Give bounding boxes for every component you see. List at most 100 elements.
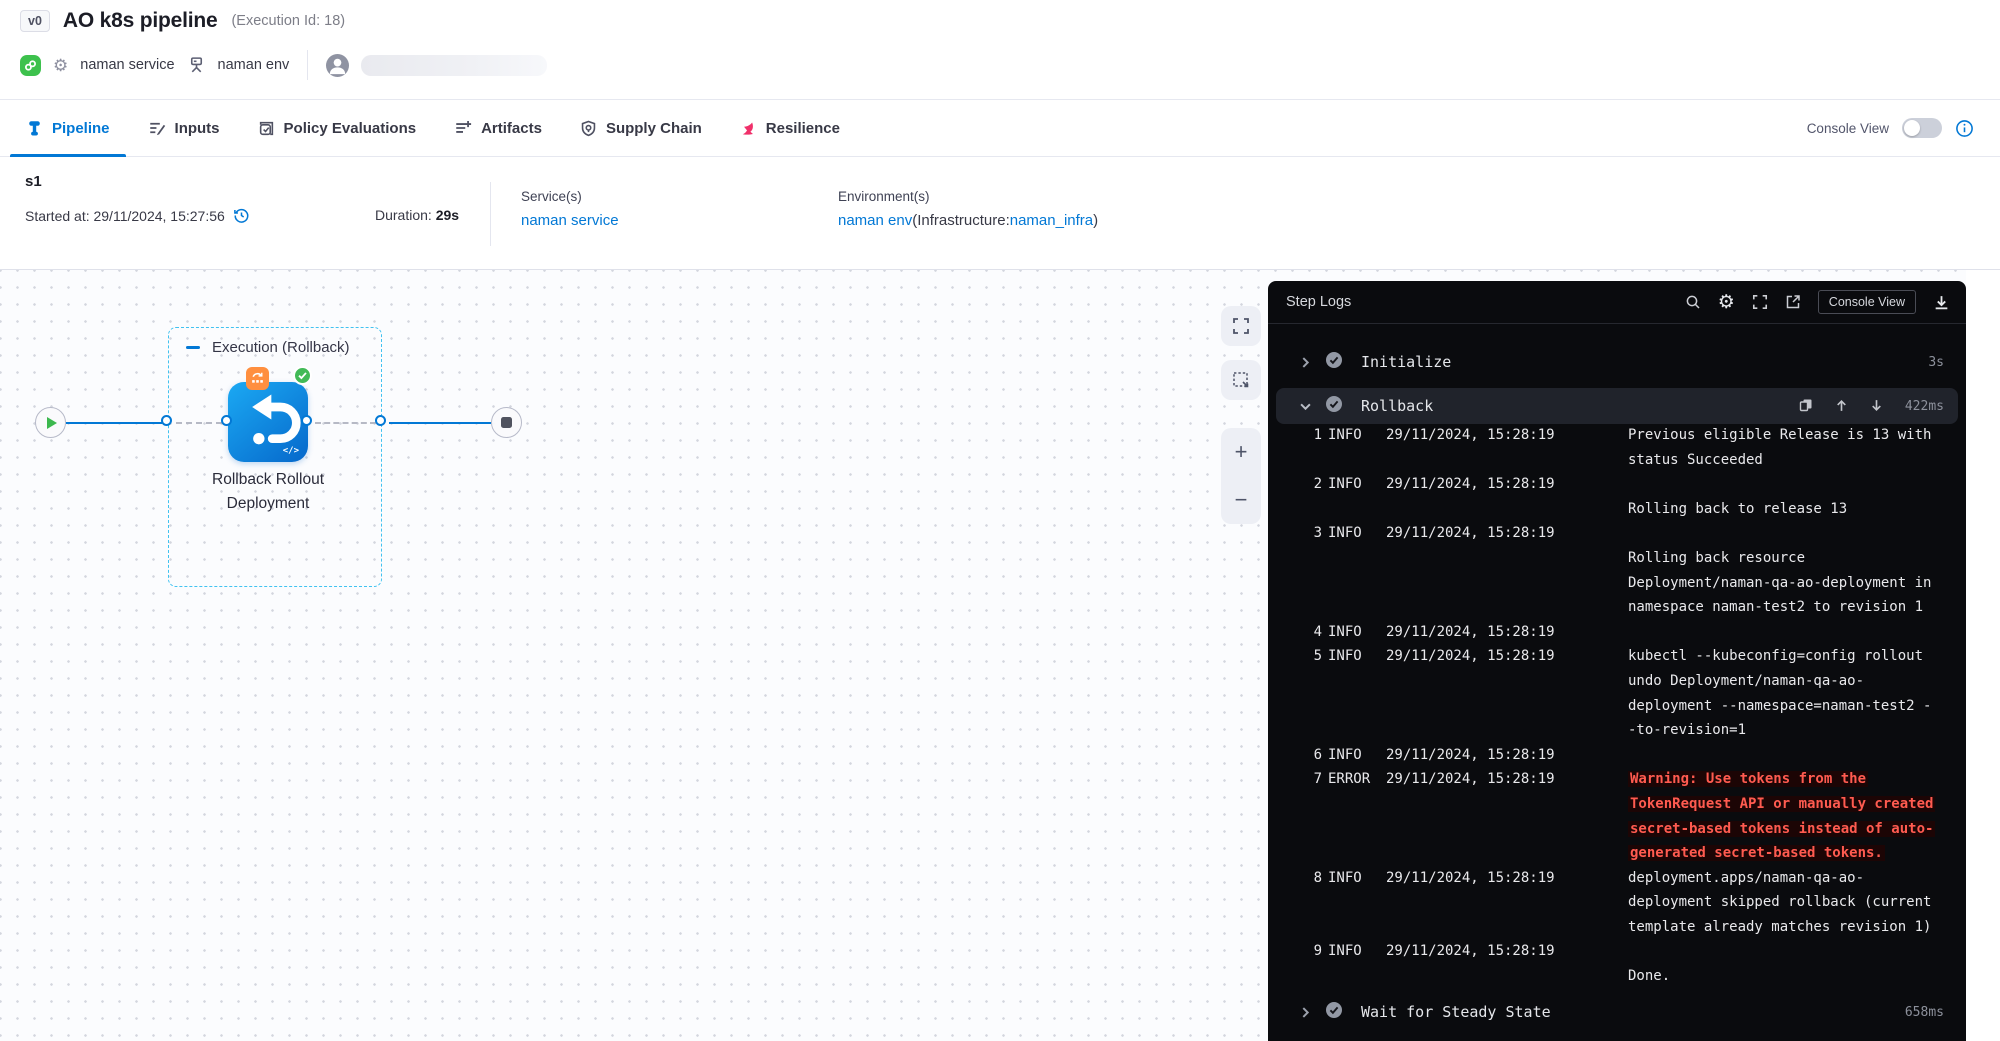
zoom-out-button[interactable]: − [1235, 489, 1248, 511]
tab-pipeline[interactable]: Pipeline [24, 100, 112, 156]
policy-icon [258, 120, 275, 137]
console-view-button[interactable]: Console View [1818, 290, 1916, 314]
connector-dot [375, 415, 386, 426]
log-section-rollback[interactable]: Rollback 422ms [1276, 388, 1958, 424]
step-node-label[interactable]: Rollback Rollout Deployment [168, 468, 368, 516]
step-logs-title: Step Logs [1286, 294, 1351, 310]
pipeline-start-node [35, 407, 66, 438]
rollback-step-node[interactable]: </> [228, 382, 308, 462]
stop-icon [501, 417, 512, 428]
zoom-in-button[interactable]: + [1235, 441, 1248, 463]
scroll-to-top-icon[interactable] [1835, 397, 1848, 416]
infrastructure-link[interactable]: naman_infra [1010, 212, 1093, 229]
version-badge: v0 [20, 10, 50, 32]
started-at-text: Started at: 29/11/2024, 15:27:56 [25, 208, 225, 224]
fit-to-screen-button[interactable] [1221, 306, 1261, 346]
marquee-select-button[interactable] [1221, 360, 1261, 400]
log-line: generated secret-based tokens. [1268, 843, 1966, 868]
tab-bar: Pipeline Inputs Policy Evaluations [0, 100, 2000, 157]
tab-policy-evaluations[interactable]: Policy Evaluations [256, 100, 419, 156]
tab-resilience[interactable]: Resilience [738, 100, 842, 156]
play-icon [47, 417, 57, 429]
log-section-initialize[interactable]: Initialize 3s [1276, 344, 1958, 380]
resilience-icon [740, 120, 757, 137]
services-label: Service(s) [521, 189, 619, 204]
step-success-icon [1325, 351, 1343, 373]
step-success-icon [1325, 1001, 1343, 1023]
log-line: 8INFO29/11/2024, 15:28:19deployment.apps… [1268, 868, 1966, 893]
log-search-icon[interactable] [1685, 294, 1701, 310]
collapse-group-icon[interactable] [186, 346, 200, 349]
service-gear-icon: ⚙ [53, 57, 68, 74]
log-line: namespace naman-test2 to revision 1 [1268, 597, 1966, 622]
section-name: Wait for Steady State [1361, 1003, 1551, 1021]
cd-module-icon [20, 55, 41, 76]
infra-suffix: ) [1093, 212, 1098, 229]
artifacts-icon [454, 119, 472, 137]
log-section-wait-for-steady-state[interactable]: Wait for Steady State 658ms [1276, 994, 1958, 1030]
environment-name[interactable]: naman env [218, 57, 290, 73]
environment-rig-icon [187, 56, 206, 75]
log-line: Deployment/naman-qa-ao-deployment in [1268, 573, 1966, 598]
scroll-to-bottom-icon[interactable] [1870, 397, 1883, 416]
infra-prefix: (Infrastructure: [912, 212, 1010, 229]
connector-dot [161, 415, 172, 426]
chevron-right-icon[interactable] [1300, 357, 1311, 368]
page-header: v0 AO k8s pipeline (Execution Id: 18) ⚙ … [0, 0, 2000, 100]
edge-group-to-end [389, 422, 491, 424]
log-settings-gear-icon[interactable]: ⚙ [1718, 293, 1735, 312]
stage-name: s1 [25, 173, 42, 190]
log-line: deployment skipped rollback (current [1268, 892, 1966, 917]
environments-label: Environment(s) [838, 189, 1098, 204]
environment-link[interactable]: naman env [838, 212, 912, 229]
tab-artifacts[interactable]: Artifacts [452, 100, 544, 156]
section-name: Rollback [1361, 397, 1433, 415]
group-label: Execution (Rollback) [212, 339, 350, 356]
log-line: status Succeeded [1268, 450, 1966, 475]
code-glyph: </> [283, 446, 299, 456]
duration-text: Duration: 29s [375, 207, 459, 223]
toggle-knob [1904, 120, 1920, 136]
page-title: AO k8s pipeline [63, 9, 218, 33]
section-duration: 3s [1928, 355, 1944, 370]
header-divider [307, 50, 308, 80]
tab-supply-chain[interactable]: Supply Chain [578, 100, 704, 156]
supply-chain-icon [580, 120, 597, 137]
download-logs-icon[interactable] [1933, 294, 1950, 311]
service-link[interactable]: naman service [521, 212, 619, 229]
log-fullscreen-icon[interactable] [1752, 294, 1768, 310]
chevron-right-icon[interactable] [1300, 1007, 1311, 1018]
inputs-icon [148, 119, 166, 137]
log-line: Rolling back to release 13 [1268, 499, 1966, 524]
log-line: Rolling back resource [1268, 548, 1966, 573]
step-success-icon [1325, 395, 1343, 417]
info-icon[interactable] [1955, 119, 1974, 138]
stage-divider [490, 182, 491, 246]
log-line: 7ERROR29/11/2024, 15:28:19Warning: Use t… [1268, 769, 1966, 794]
log-line: 2INFO29/11/2024, 15:28:19 [1268, 474, 1966, 499]
log-lines[interactable]: 1INFO29/11/2024, 15:28:19Previous eligib… [1268, 425, 1966, 991]
log-line: 3INFO29/11/2024, 15:28:19 [1268, 523, 1966, 548]
service-name[interactable]: naman service [80, 57, 174, 73]
log-line: 4INFO29/11/2024, 15:28:19 [1268, 622, 1966, 647]
section-name: Initialize [1361, 353, 1451, 371]
section-duration: 658ms [1905, 1005, 1944, 1020]
chevron-down-icon[interactable] [1300, 401, 1311, 412]
history-icon[interactable] [233, 207, 250, 224]
console-view-label: Console View [1807, 121, 1889, 136]
log-line: Done. [1268, 966, 1966, 991]
step-success-badge-icon [293, 366, 312, 385]
connector-dot [221, 415, 232, 426]
tab-inputs[interactable]: Inputs [146, 100, 222, 156]
zoom-controls: + − [1221, 428, 1261, 524]
edge-start-to-group [66, 422, 162, 424]
open-in-new-tab-icon[interactable] [1785, 294, 1801, 310]
step-logs-header: Step Logs ⚙ Consol [1268, 281, 1966, 324]
redacted-user-email [361, 55, 547, 76]
log-line: 6INFO29/11/2024, 15:28:19 [1268, 745, 1966, 770]
user-avatar[interactable] [326, 54, 349, 77]
log-line: secret-based tokens instead of auto- [1268, 819, 1966, 844]
pipeline-end-node [491, 407, 522, 438]
copy-logs-icon[interactable] [1799, 397, 1813, 416]
console-view-toggle[interactable] [1902, 118, 1942, 138]
